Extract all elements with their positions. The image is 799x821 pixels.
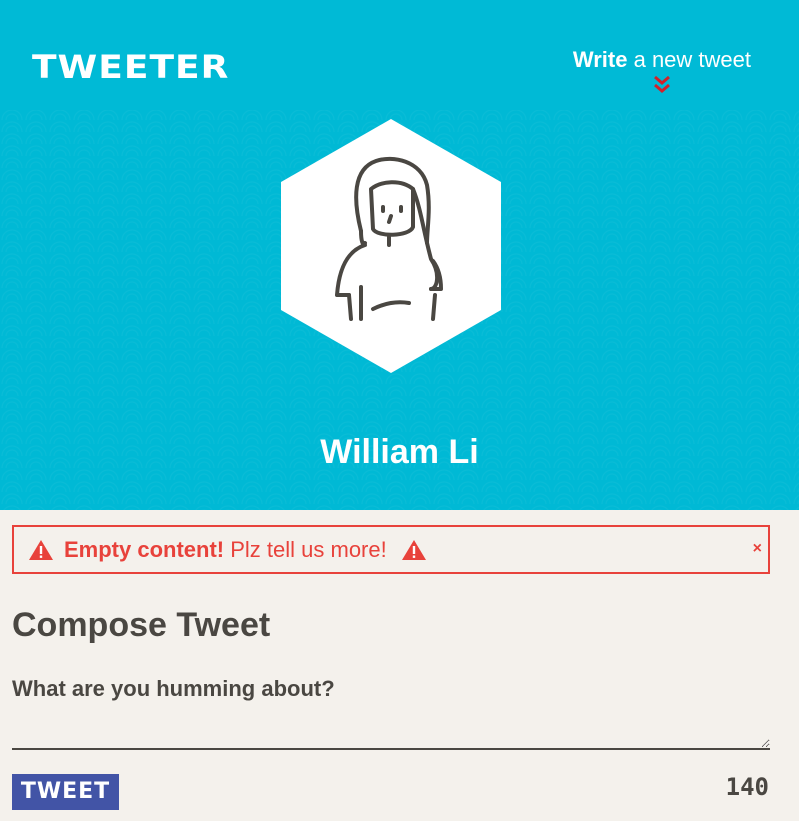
tweet-input[interactable] <box>12 676 770 748</box>
warning-triangle-icon <box>401 539 426 560</box>
warning-triangle-icon <box>29 539 53 560</box>
tweet-button[interactable]: TWEET <box>12 774 119 810</box>
character-counter: 140 <box>725 773 769 801</box>
compose-box <box>12 676 770 750</box>
alert-message: Empty content! Plz tell us more! <box>64 536 387 564</box>
profile-name: William Li <box>320 433 479 471</box>
avatar <box>281 119 501 373</box>
error-alert: Empty content! Plz tell us more! × <box>12 525 770 574</box>
compose-title: Compose Tweet <box>12 606 271 644</box>
nav-compose-rest: a new tweet <box>627 47 751 72</box>
write-new-tweet-link[interactable]: Write a new tweet <box>573 46 751 94</box>
nav-compose-bold: Write <box>572 47 628 72</box>
alert-body: Plz tell us more! <box>224 536 387 562</box>
app-logo[interactable]: TWEETER <box>32 50 229 86</box>
profile-header: TWEETER Write a new tweet William Li <box>0 0 799 510</box>
alert-title: Empty content! <box>64 536 225 562</box>
double-chevron-down-icon <box>653 75 670 93</box>
close-alert-button[interactable]: × <box>753 539 762 559</box>
